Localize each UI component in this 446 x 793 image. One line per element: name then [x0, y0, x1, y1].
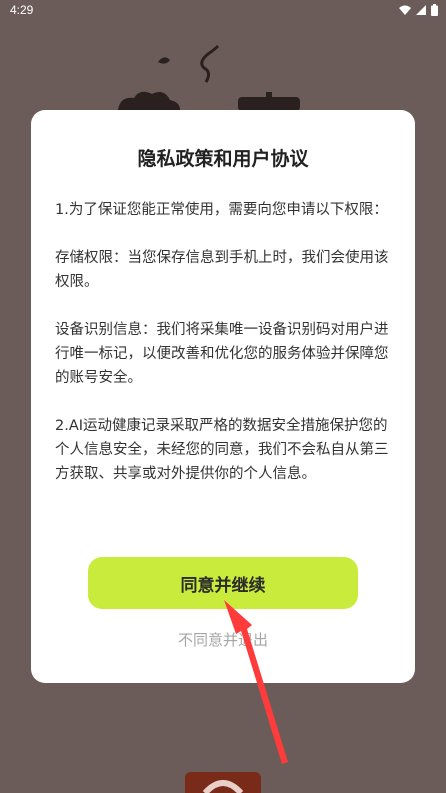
- signal-icon: [416, 5, 426, 15]
- privacy-dialog: 隐私政策和用户协议 1.为了保证您能正常使用，需要向您申请以下权限： 存储权限：…: [31, 110, 415, 683]
- data-security-paragraph: 2.AI运动健康记录采取严格的数据安全措施保护您的个人信息安全，未经您的同意，我…: [55, 418, 389, 482]
- agree-continue-button[interactable]: 同意并继续: [88, 557, 358, 609]
- storage-permission-paragraph: 存储权限：当您保存信息到手机上时，我们会使用该权限。: [55, 250, 389, 290]
- permission-intro-paragraph: 1.为了保证您能正常使用，需要向您申请以下权限：: [55, 202, 388, 218]
- status-time: 4:29: [10, 3, 34, 17]
- device-id-paragraph: 设备识别信息：我们将采集唯一设备识别码对用户进行唯一标记，以便改善和优化您的服务…: [55, 322, 389, 386]
- decline-exit-link[interactable]: 不同意并退出: [31, 629, 415, 650]
- dialog-body: 1.为了保证您能正常使用，需要向您申请以下权限： 存储权限：当您保存信息到手机上…: [55, 198, 395, 510]
- status-bar: 4:29: [0, 0, 446, 22]
- status-icons: [399, 4, 438, 16]
- wifi-icon: [399, 5, 411, 15]
- dialog-title: 隐私政策和用户协议: [137, 148, 309, 170]
- battery-icon: [431, 4, 438, 16]
